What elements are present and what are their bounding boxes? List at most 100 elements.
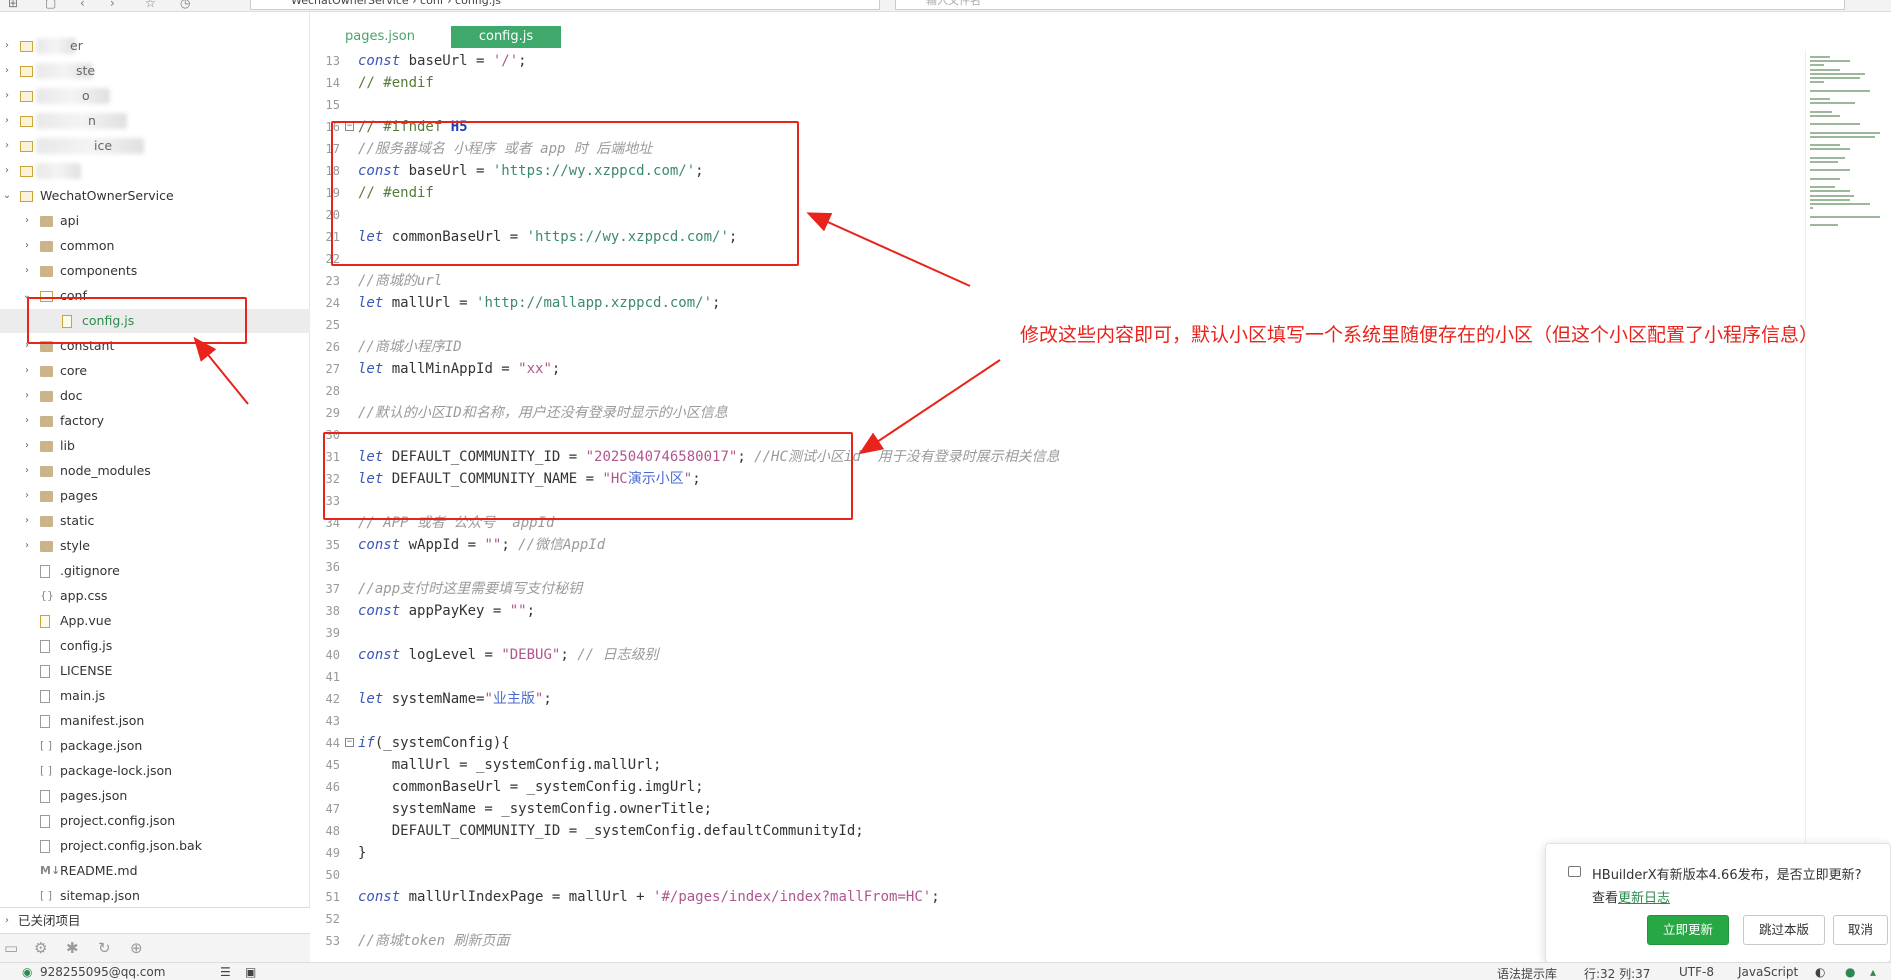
file-item[interactable]: M↓ README.md (0, 859, 310, 883)
code-line[interactable]: 35 const wAppId = ""; //微信AppId (310, 534, 1805, 556)
tree-item-label: app.css (60, 588, 108, 603)
folder-icon[interactable]: ▭ (4, 939, 18, 957)
plugin-icon[interactable]: ⚙ (34, 939, 47, 957)
address-bar[interactable]: WechatOwnerService › conf › config.js (250, 0, 880, 10)
account-label[interactable]: 928255095@qq.com (40, 965, 165, 979)
update-notification: HBuilderX有新版本4.66发布，是否立即更新? 查看更新日志 立即更新 … (1545, 843, 1891, 963)
project-item[interactable]: › n (0, 109, 310, 133)
syntax-hint-label[interactable]: 语法提示库 (1497, 965, 1557, 980)
list-icon[interactable]: ☰ (220, 965, 231, 979)
file-item[interactable]: main.js (0, 684, 310, 708)
code-line[interactable]: 37 //app支付时这里需要填写支付秘钥 (310, 578, 1805, 600)
project-item[interactable]: › ste (0, 59, 310, 83)
code-line[interactable]: 27 let mallMinAppId = "xx"; (310, 358, 1805, 380)
folder-item[interactable]: › style (0, 534, 310, 558)
tab-config-js[interactable]: config.js (451, 26, 561, 48)
file-item[interactable]: project.config.json (0, 809, 310, 833)
file-item[interactable]: [ ] package-lock.json (0, 759, 310, 783)
star-icon[interactable]: ☆ (145, 0, 156, 10)
minimap[interactable] (1805, 50, 1891, 850)
settings-icon[interactable]: ◐ (1815, 965, 1825, 979)
folder-item[interactable]: › common (0, 234, 310, 258)
project-item[interactable]: › er (0, 34, 310, 58)
line-number: 29 (325, 406, 340, 420)
closed-projects[interactable]: › 已关闭项目 (0, 907, 310, 933)
skip-version-button[interactable]: 跳过本版 (1743, 915, 1825, 945)
project-item[interactable]: ⌄ WechatOwnerService (0, 184, 310, 208)
file-item[interactable]: config.js (0, 634, 310, 658)
code-text: // #endif (358, 75, 434, 91)
code-line[interactable]: 42 let systemName="业主版"; (310, 688, 1805, 710)
code-line[interactable]: 29 //默认的小区ID和名称，用户还没有登录时显示的小区信息 (310, 402, 1805, 424)
folder-item[interactable]: › components (0, 259, 310, 283)
file-item[interactable]: manifest.json (0, 709, 310, 733)
file-item[interactable]: LICENSE (0, 659, 310, 683)
code-line[interactable]: 43 (310, 710, 1805, 732)
code-line[interactable]: 23 //商城的url (310, 270, 1805, 292)
folder-item[interactable]: › pages (0, 484, 310, 508)
chevron-down-icon: ⌄ (2, 190, 12, 201)
code-line[interactable]: 45 mallUrl = _systemConfig.mallUrl; (310, 754, 1805, 776)
folder-item[interactable]: › lib (0, 434, 310, 458)
save-icon[interactable]: ▢ (45, 0, 56, 10)
globe-icon[interactable]: ⊕ (130, 939, 143, 957)
folder-item[interactable]: › doc (0, 384, 310, 408)
code-line[interactable]: 28 (310, 380, 1805, 402)
code-line[interactable]: 46 commonBaseUrl = _systemConfig.imgUrl; (310, 776, 1805, 798)
bug-icon[interactable]: ✱ (66, 939, 79, 957)
code-line[interactable]: 48 DEFAULT_COMMUNITY_ID = _systemConfig.… (310, 820, 1805, 842)
folder-item[interactable]: › node_modules (0, 459, 310, 483)
file-item[interactable]: [ ] package.json (0, 734, 310, 758)
back-icon[interactable]: ‹ (80, 0, 85, 10)
code-line[interactable]: 38 const appPayKey = ""; (310, 600, 1805, 622)
folder-icon (40, 491, 53, 502)
code-line[interactable]: 36 (310, 556, 1805, 578)
editor-tabs: pages.json config.js (310, 12, 1891, 50)
changelog-link[interactable]: 更新日志 (1618, 891, 1670, 906)
new-file-icon[interactable]: ⊞ (8, 0, 18, 10)
code-line[interactable]: 15 (310, 94, 1805, 116)
folder-item[interactable]: › factory (0, 409, 310, 433)
file-item[interactable]: project.config.json.bak (0, 834, 310, 858)
tree-item-label: App.vue (60, 613, 112, 628)
minimap-line (1810, 207, 1813, 210)
code-line[interactable]: 40 const logLevel = "DEBUG"; // 日志级别 (310, 644, 1805, 666)
status-icon[interactable]: ● (1845, 965, 1855, 979)
line-number: 40 (325, 648, 340, 662)
file-item[interactable]: {} app.css (0, 584, 310, 608)
encoding-label[interactable]: UTF-8 (1679, 965, 1714, 979)
code-line[interactable]: 24 let mallUrl = 'http://mallapp.xzppcd.c… (310, 292, 1805, 314)
language-label[interactable]: JavaScript (1738, 965, 1798, 979)
code-text: commonBaseUrl = _systemConfig.imgUrl; (358, 779, 704, 795)
terminal-icon[interactable]: ▣ (245, 965, 256, 979)
find-input[interactable]: 输入文件名 (895, 0, 1845, 10)
folder-item[interactable]: › core (0, 359, 310, 383)
file-item[interactable]: App.vue (0, 609, 310, 633)
code-line[interactable]: 44− if(_systemConfig){ (310, 732, 1805, 754)
update-now-button[interactable]: 立即更新 (1647, 915, 1729, 945)
project-item[interactable]: › o (0, 84, 310, 108)
tab-pages-json[interactable]: pages.json (340, 26, 420, 48)
sync-icon[interactable]: ↻ (98, 939, 111, 957)
code-line[interactable]: 13 const baseUrl = '/'; (310, 50, 1805, 72)
cursor-position[interactable]: 行:32 列:37 (1584, 965, 1650, 980)
project-item[interactable]: › ice (0, 134, 310, 158)
vue-file-icon (40, 615, 50, 628)
code-line[interactable]: 39 (310, 622, 1805, 644)
code-line[interactable]: 14 // #endif (310, 72, 1805, 94)
file-item[interactable]: .gitignore (0, 559, 310, 583)
code-line[interactable]: 47 systemName = _systemConfig.ownerTitle… (310, 798, 1805, 820)
folder-item[interactable]: › static (0, 509, 310, 533)
file-item[interactable]: [ ] sitemap.json (0, 884, 310, 908)
file-item[interactable]: pages.json (0, 784, 310, 808)
project-item[interactable]: › (0, 159, 310, 183)
forward-icon[interactable]: › (110, 0, 115, 10)
tree-item-label: api (60, 213, 80, 228)
bell-icon[interactable]: ▴ (1870, 965, 1876, 979)
fold-toggle-icon[interactable]: − (345, 738, 354, 747)
code-line[interactable]: 41 (310, 666, 1805, 688)
run-icon[interactable]: ◷ (180, 0, 190, 10)
cancel-button[interactable]: 取消 (1833, 915, 1888, 945)
folder-item[interactable]: › api (0, 209, 310, 233)
line-number: 13 (325, 54, 340, 68)
